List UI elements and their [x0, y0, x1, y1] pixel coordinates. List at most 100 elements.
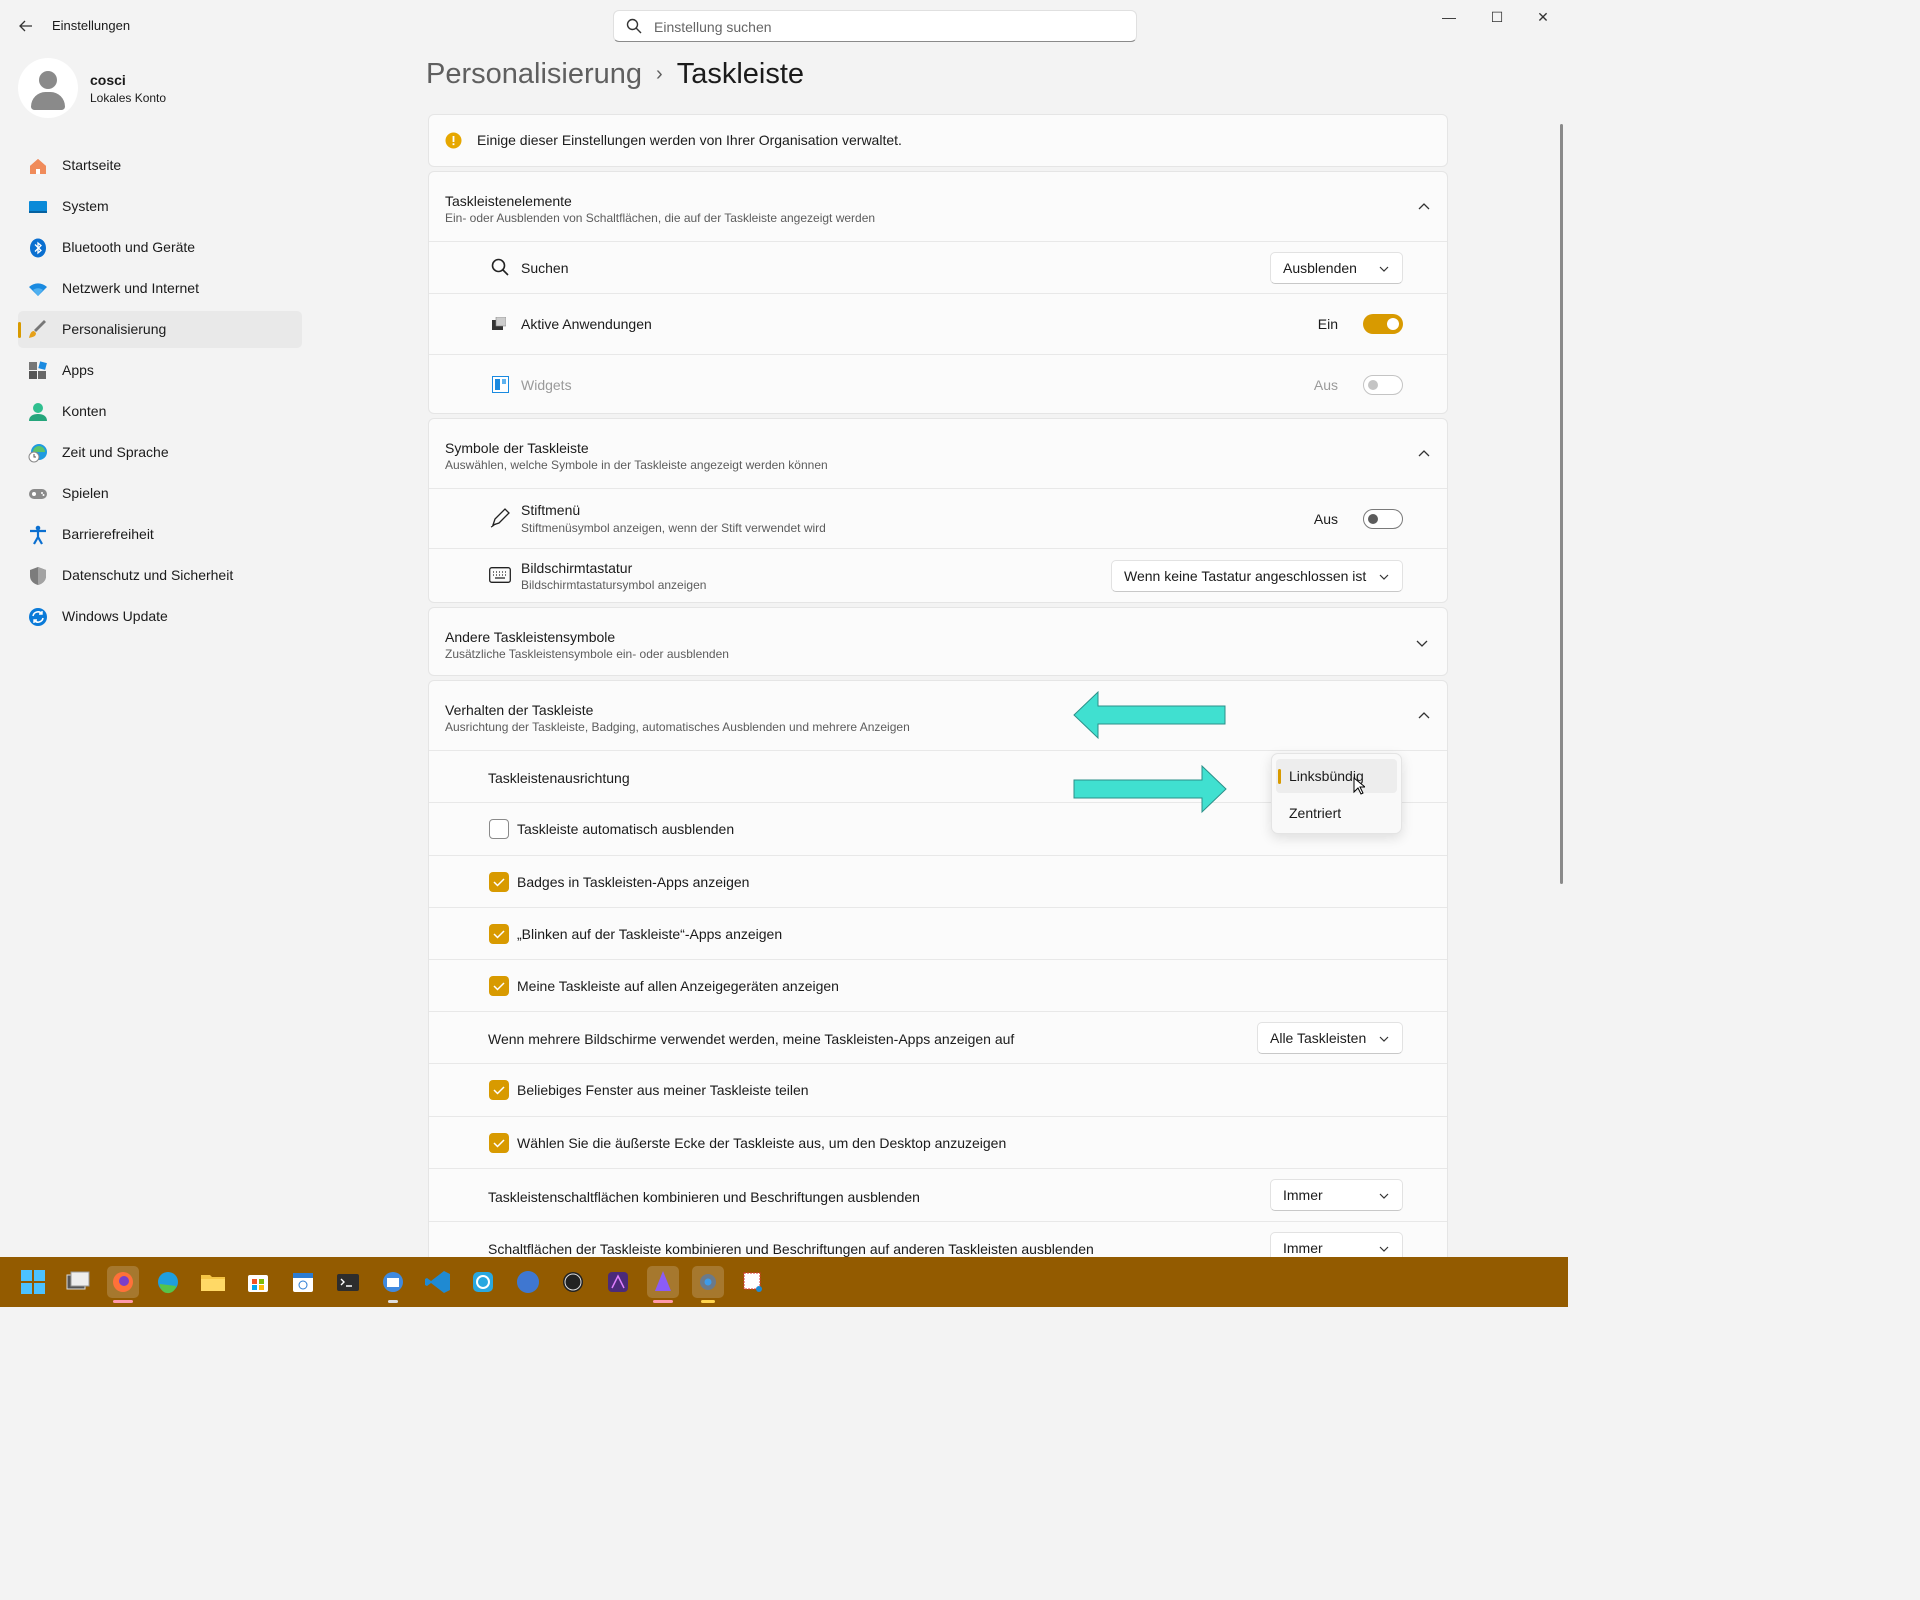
thunderbird-icon[interactable]	[377, 1266, 409, 1303]
shield-icon	[30, 567, 46, 585]
sync-icon[interactable]	[467, 1266, 499, 1298]
obs-icon[interactable]	[557, 1266, 589, 1298]
chevron-up-icon[interactable]	[1417, 447, 1431, 461]
breadcrumb-parent[interactable]: Personalisierung	[426, 58, 642, 90]
search-mode-dropdown[interactable]: Ausblenden	[1270, 252, 1403, 284]
section-header-taskbar-items[interactable]: Taskleistenelemente Ein- oder Ausblenden…	[429, 172, 1447, 241]
widgets-toggle	[1363, 375, 1403, 395]
taskbar-icons-section: Symbole der Taskleiste Auswählen, welche…	[428, 418, 1448, 603]
setting-label: Bildschirmtastatur	[521, 560, 633, 576]
sidebar-item-apps[interactable]: Apps	[18, 352, 302, 389]
chevron-down-icon[interactable]	[1415, 636, 1429, 650]
other-taskbar-icons-section[interactable]: Andere Taskleistensymbole Zusätzliche Ta…	[428, 607, 1448, 676]
snipping-tool-icon[interactable]	[737, 1266, 769, 1298]
alignment-option-center[interactable]: Zentriert	[1276, 796, 1397, 830]
keyboard-icon	[489, 567, 511, 583]
section-subtitle: Ausrichtung der Taskleiste, Badging, aut…	[445, 720, 910, 734]
settings-icon[interactable]	[692, 1266, 724, 1303]
far-corner-checkbox[interactable]	[489, 1133, 509, 1153]
search-icon	[626, 18, 642, 34]
multi-monitor-dropdown[interactable]: Alle Taskleisten	[1257, 1022, 1403, 1054]
sidebar-item-zeit[interactable]: Zeit und Sprache	[18, 434, 302, 471]
dropdown-value: Alle Taskleisten	[1270, 1030, 1367, 1046]
file-explorer-icon[interactable]	[197, 1266, 229, 1298]
sidebar-item-datenschutz[interactable]: Datenschutz und Sicherheit	[18, 557, 302, 594]
notice-text: Einige dieser Einstellungen werden von I…	[477, 132, 902, 148]
alignment-dropdown-menu[interactable]: Linksbündig Zentriert	[1271, 753, 1402, 834]
toggle-state-text: Aus	[1313, 377, 1338, 393]
sidebar-item-netzwerk[interactable]: Netzwerk und Internet	[18, 270, 302, 307]
chevron-down-icon	[1379, 1246, 1389, 1252]
chevron-down-icon	[1379, 266, 1389, 272]
scrollbar[interactable]	[1560, 124, 1563, 884]
sidebar-item-personalisierung[interactable]: Personalisierung	[18, 311, 302, 348]
sidebar-item-spielen[interactable]: Spielen	[18, 475, 302, 512]
alignment-option-left[interactable]: Linksbündig	[1276, 759, 1397, 793]
sidebar-item-label: Netzwerk und Internet	[62, 280, 199, 296]
section-title: Verhalten der Taskleiste	[445, 702, 594, 718]
flashing-checkbox[interactable]	[489, 924, 509, 944]
search-box[interactable]	[613, 10, 1137, 42]
task-view-icon[interactable]	[62, 1266, 94, 1298]
section-subtitle: Zusätzliche Taskleistensymbole ein- oder…	[445, 647, 729, 661]
sidebar-item-bluetooth[interactable]: Bluetooth und Geräte	[18, 229, 302, 266]
checkmark-icon	[493, 930, 505, 939]
dropdown-value: Immer	[1283, 1187, 1323, 1203]
section-title: Andere Taskleistensymbole	[445, 629, 616, 645]
sidebar-item-label: Windows Update	[62, 608, 168, 624]
active-apps-toggle[interactable]	[1363, 314, 1403, 334]
sidebar-item-barrierefreiheit[interactable]: Barrierefreiheit	[18, 516, 302, 553]
pen-menu-toggle[interactable]	[1363, 509, 1403, 529]
search-input[interactable]	[654, 16, 1114, 38]
active-apps-icon	[492, 317, 506, 330]
chevron-up-icon[interactable]	[1417, 200, 1431, 214]
share-window-checkbox[interactable]	[489, 1080, 509, 1100]
dropdown-value: Wenn keine Tastatur angeschlossen ist	[1124, 568, 1367, 584]
firefox-icon[interactable]	[107, 1266, 139, 1303]
sidebar-nav: Startseite System Bluetooth und Geräte N…	[18, 147, 302, 639]
breadcrumb-separator: ›	[656, 63, 663, 85]
section-header-taskbar-behavior[interactable]: Verhalten der Taskleiste Ausrichtung der…	[429, 681, 1447, 750]
setting-description: Stiftmenüsymbol anzeigen, wenn der Stift…	[521, 521, 826, 535]
combine-dropdown[interactable]: Immer	[1270, 1179, 1403, 1211]
affinity-designer-icon[interactable]	[647, 1266, 679, 1303]
canva-icon[interactable]	[512, 1266, 544, 1298]
affinity-photo-icon[interactable]	[602, 1266, 634, 1298]
sidebar-item-label: Personalisierung	[62, 321, 167, 337]
close-button[interactable]: ✕	[1520, 6, 1566, 28]
setting-row-touch-keyboard: Bildschirmtastatur Bildschirmtastatursym…	[429, 548, 1447, 602]
edge-icon[interactable]	[152, 1266, 184, 1298]
sidebar-item-konten[interactable]: Konten	[18, 393, 302, 430]
setting-row-flashing: „Blinken auf der Taskleiste“-Apps anzeig…	[429, 907, 1447, 959]
checkmark-icon	[493, 982, 505, 991]
clock-globe-icon	[28, 444, 47, 463]
chevron-up-icon[interactable]	[1417, 709, 1431, 723]
section-header-taskbar-icons[interactable]: Symbole der Taskleiste Auswählen, welche…	[429, 419, 1447, 488]
touch-keyboard-dropdown[interactable]: Wenn keine Tastatur angeschlossen ist	[1111, 560, 1403, 592]
autohide-checkbox[interactable]	[489, 819, 509, 839]
back-button[interactable]	[14, 14, 38, 38]
app-title: Einstellungen	[52, 18, 131, 33]
sidebar-item-system[interactable]: System	[18, 188, 302, 225]
annotation-arrow-right-icon	[1073, 765, 1227, 814]
sidebar-item-startseite[interactable]: Startseite	[18, 147, 302, 184]
sidebar-item-label: System	[62, 198, 109, 214]
setting-description: Bildschirmtastatursymbol anzeigen	[521, 578, 707, 592]
title-bar: Einstellungen — ☐ ✕	[0, 0, 1568, 52]
start-icon[interactable]	[17, 1266, 49, 1298]
calendar-icon[interactable]	[287, 1266, 319, 1298]
maximize-button[interactable]: ☐	[1474, 6, 1520, 28]
terminal-icon[interactable]	[332, 1266, 364, 1298]
checkbox-label: „Blinken auf der Taskleiste“-Apps anzeig…	[517, 926, 783, 942]
all-displays-checkbox[interactable]	[489, 976, 509, 996]
checkbox-label: Wählen Sie die äußerste Ecke der Tasklei…	[517, 1135, 1007, 1151]
setting-row-combine: Taskleistenschaltflächen kombinieren und…	[429, 1168, 1447, 1221]
store-icon[interactable]	[242, 1266, 274, 1298]
vscode-icon[interactable]	[422, 1266, 454, 1298]
sidebar-item-windows-update[interactable]: Windows Update	[18, 598, 302, 635]
badges-checkbox[interactable]	[489, 872, 509, 892]
minimize-button[interactable]: —	[1426, 6, 1472, 28]
section-subtitle: Auswählen, welche Symbole in der Tasklei…	[445, 458, 828, 472]
chevron-down-icon	[1379, 1036, 1389, 1042]
chevron-down-icon	[1379, 1193, 1389, 1199]
